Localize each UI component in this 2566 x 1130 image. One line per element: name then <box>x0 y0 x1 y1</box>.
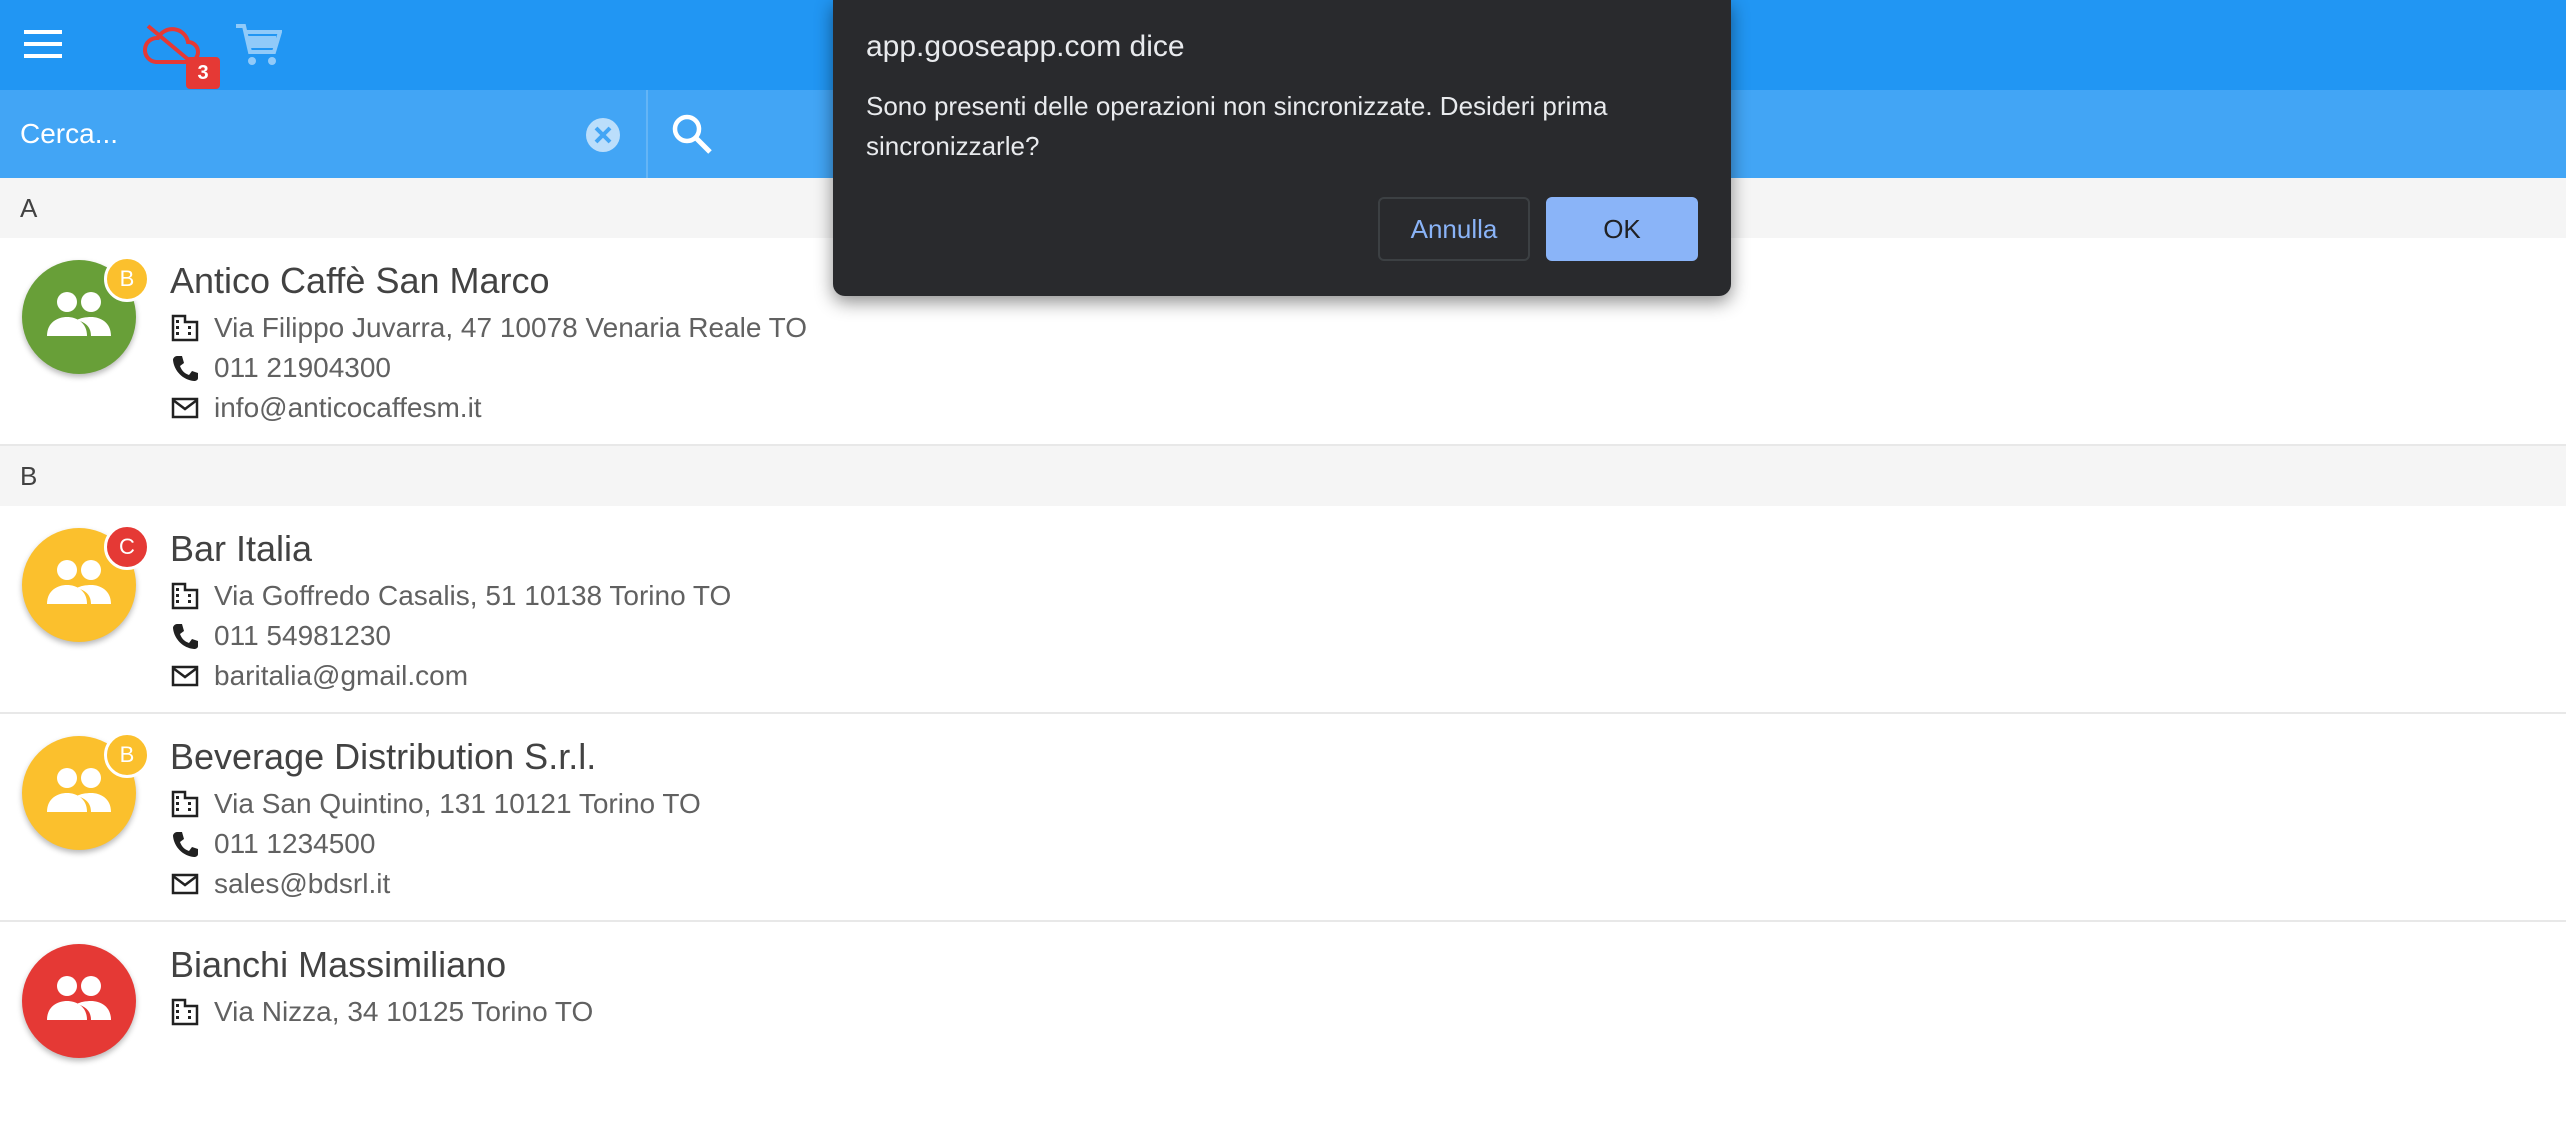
group-icon <box>47 976 111 1020</box>
category-badge: C <box>104 524 150 570</box>
section-header-b: B <box>0 446 2566 506</box>
menu-icon[interactable] <box>20 24 68 66</box>
search-icon[interactable] <box>668 110 716 158</box>
address-text: Via Filippo Juvarra, 47 10078 Venaria Re… <box>214 312 808 343</box>
address-row: Via Nizza, 34 10125 Torino TO <box>170 992 593 1032</box>
building-icon <box>171 998 199 1026</box>
confirm-dialog: app.gooseapp.com dice Sono presenti dell… <box>833 0 1731 296</box>
list-item[interactable]: C Bar Italia Via Goffredo Casalis, 51 10… <box>0 506 2566 714</box>
phone-text: 011 1234500 <box>214 828 376 859</box>
phone-text: 011 54981230 <box>214 620 391 651</box>
address-row: Via Filippo Juvarra, 47 10078 Venaria Re… <box>170 308 807 348</box>
building-icon <box>171 790 199 818</box>
cart-icon[interactable] <box>234 22 290 70</box>
customer-name: Antico Caffè San Marco <box>170 260 550 301</box>
building-icon <box>171 314 199 342</box>
phone-text: 011 21904300 <box>214 352 391 383</box>
address-text: Via Goffredo Casalis, 51 10138 Torino TO <box>214 580 732 611</box>
category-badge: B <box>104 732 150 778</box>
customer-name: Bianchi Massimiliano <box>170 944 507 985</box>
address-text: Via San Quintino, 131 10121 Torino TO <box>214 788 701 819</box>
customer-list: A B Antico Caffè San Marco Via Filippo J… <box>0 178 2566 1130</box>
email-row[interactable]: sales@bdsrl.it <box>170 864 390 904</box>
mail-icon <box>171 873 199 895</box>
dialog-message: Sono presenti delle operazioni non sincr… <box>866 91 1608 161</box>
clear-search-icon[interactable] <box>584 116 622 154</box>
customer-name: Bar Italia <box>170 528 313 569</box>
phone-icon <box>173 624 198 649</box>
cancel-button[interactable]: Annulla <box>1378 197 1530 261</box>
list-item[interactable]: Bianchi Massimiliano Via Nizza, 34 10125… <box>0 922 2566 1130</box>
address-row: Via Goffredo Casalis, 51 10138 Torino TO <box>170 576 731 616</box>
phone-row[interactable]: 011 21904300 <box>170 348 391 388</box>
phone-row[interactable]: 011 54981230 <box>170 616 391 656</box>
email-row[interactable]: info@anticocaffesm.it <box>170 388 482 428</box>
mail-icon <box>171 397 199 419</box>
phone-icon <box>173 356 198 381</box>
address-text: Via Nizza, 34 10125 Torino TO <box>214 996 594 1027</box>
search-input[interactable] <box>0 90 646 178</box>
category-badge: B <box>104 256 150 302</box>
ok-button[interactable]: OK <box>1546 197 1698 261</box>
building-icon <box>171 582 199 610</box>
customer-name: Beverage Distribution S.r.l. <box>170 736 597 777</box>
phone-row[interactable]: 011 1234500 <box>170 824 375 864</box>
avatar <box>22 944 136 1058</box>
group-icon <box>47 768 111 812</box>
sync-pending-badge: 3 <box>186 57 220 89</box>
dialog-title: app.gooseapp.com dice <box>866 30 1185 63</box>
email-text: sales@bdsrl.it <box>214 868 391 899</box>
mail-icon <box>171 665 199 687</box>
phone-icon <box>173 832 198 857</box>
email-text: info@anticocaffesm.it <box>214 392 482 423</box>
search-divider <box>646 90 648 178</box>
email-text: baritalia@gmail.com <box>214 660 469 691</box>
group-icon <box>47 292 111 336</box>
address-row: Via San Quintino, 131 10121 Torino TO <box>170 784 701 824</box>
group-icon <box>47 560 111 604</box>
list-item[interactable]: B Beverage Distribution S.r.l. Via San Q… <box>0 714 2566 922</box>
email-row[interactable]: baritalia@gmail.com <box>170 656 468 696</box>
